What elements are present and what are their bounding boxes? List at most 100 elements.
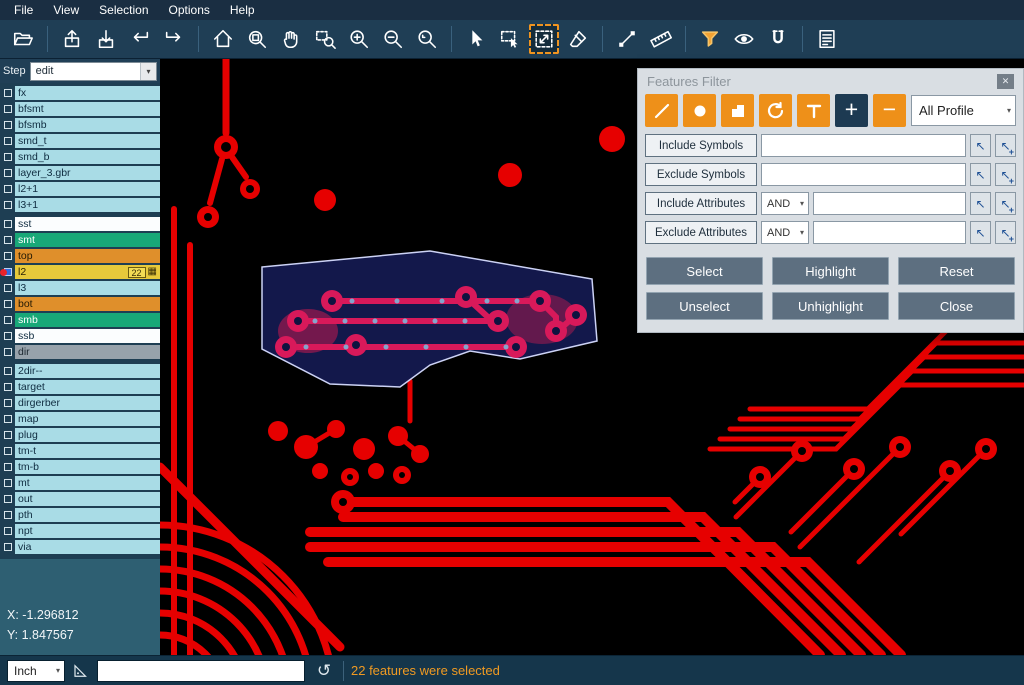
layer-row-smd_b[interactable]: smd_b: [0, 150, 160, 164]
menu-item-selection[interactable]: Selection: [89, 1, 158, 19]
profile-dropdown[interactable]: All Profile ▾: [911, 95, 1016, 126]
menu-item-help[interactable]: Help: [220, 1, 265, 19]
layer-label-l2+1[interactable]: l2+1: [15, 182, 160, 196]
layer-row-pth[interactable]: pth: [0, 508, 160, 522]
layer-checkbox-box[interactable]: [4, 527, 12, 535]
view-eye-button[interactable]: [729, 24, 759, 54]
layer-checkbox-box[interactable]: [4, 316, 12, 324]
layer-checkbox[interactable]: [0, 297, 15, 311]
layer-row-l2+1[interactable]: l2+1: [0, 182, 160, 196]
pick-symbol-button[interactable]: ↖: [970, 134, 991, 157]
layer-checkbox[interactable]: [0, 118, 15, 132]
include-attributes-and-dropdown[interactable]: AND ▾: [761, 192, 809, 215]
pan-hand-button[interactable]: [276, 24, 306, 54]
return-right-button[interactable]: [159, 24, 189, 54]
layer-checkbox[interactable]: [0, 166, 15, 180]
layer-row-smt[interactable]: smt: [0, 233, 160, 247]
zoom-out-button[interactable]: [378, 24, 408, 54]
layer-checkbox-box[interactable]: [4, 185, 12, 193]
layer-checkbox-box[interactable]: [4, 89, 12, 97]
layer-label-target[interactable]: target: [15, 380, 160, 394]
layer-label-smd_t[interactable]: smd_t: [15, 134, 160, 148]
pick-symbol-button[interactable]: ↖: [970, 163, 991, 186]
layer-checkbox-box[interactable]: [4, 495, 12, 503]
refresh-icon[interactable]: ↺: [312, 661, 336, 681]
export-up-button[interactable]: [57, 24, 87, 54]
include-attributes-button[interactable]: Include Attributes: [645, 192, 757, 215]
layer-label-sst[interactable]: sst: [15, 217, 160, 231]
open-folder-button[interactable]: [8, 24, 38, 54]
pick-attribute-add-button[interactable]: ↖+: [995, 192, 1016, 215]
layer-checkbox[interactable]: [0, 182, 15, 196]
layer-checkbox[interactable]: [0, 444, 15, 458]
menu-item-view[interactable]: View: [43, 1, 89, 19]
layer-checkbox[interactable]: [0, 476, 15, 490]
layer-row-l3+1[interactable]: l3+1: [0, 198, 160, 212]
layer-checkbox-box[interactable]: [4, 284, 12, 292]
layer-row-dirgerber[interactable]: dirgerber: [0, 396, 160, 410]
layer-checkbox[interactable]: [0, 460, 15, 474]
layer-label-fx[interactable]: fx: [15, 86, 160, 100]
layer-checkbox-box[interactable]: [4, 252, 12, 260]
zoom-fit-button[interactable]: [242, 24, 272, 54]
layer-label-dirgerber[interactable]: dirgerber: [15, 396, 160, 410]
layer-label-smt[interactable]: smt: [15, 233, 160, 247]
layer-label-plug[interactable]: plug: [15, 428, 160, 442]
exclude-symbols-field[interactable]: [761, 163, 966, 186]
select-rect-button[interactable]: [495, 24, 525, 54]
layer-label-smd_b[interactable]: smd_b: [15, 150, 160, 164]
layer-checkbox[interactable]: [0, 364, 15, 378]
report-list-button[interactable]: [812, 24, 842, 54]
layer-label-npt[interactable]: npt: [15, 524, 160, 538]
select-features-button[interactable]: [529, 24, 559, 54]
layer-label-bfsmb[interactable]: bfsmb: [15, 118, 160, 132]
layer-checkbox[interactable]: [0, 217, 15, 231]
remove-filter-button[interactable]: −: [873, 94, 906, 127]
layer-checkbox[interactable]: [0, 249, 15, 263]
zoom-reset-button[interactable]: [412, 24, 442, 54]
layer-row-smb[interactable]: smb: [0, 313, 160, 327]
layer-checkbox-box[interactable]: [4, 348, 12, 356]
surface-feature-button[interactable]: [721, 94, 754, 127]
layer-checkbox-box[interactable]: [4, 431, 12, 439]
layer-label-via[interactable]: via: [15, 540, 160, 554]
layer-label-pth[interactable]: pth: [15, 508, 160, 522]
layer-label-dir[interactable]: dir: [15, 345, 160, 359]
include-symbols-field[interactable]: [761, 134, 966, 157]
layer-checkbox[interactable]: [0, 329, 15, 343]
pad-feature-button[interactable]: [683, 94, 716, 127]
layer-checkbox-box[interactable]: [4, 169, 12, 177]
layer-row-out[interactable]: out: [0, 492, 160, 506]
layer-checkbox[interactable]: [0, 396, 15, 410]
layer-row-plug[interactable]: plug: [0, 428, 160, 442]
layer-checkbox[interactable]: [0, 412, 15, 426]
layer-checkbox[interactable]: [0, 150, 15, 164]
layer-row-map[interactable]: map: [0, 412, 160, 426]
layer-checkbox[interactable]: [0, 198, 15, 212]
layer-label-2dir--[interactable]: 2dir--: [15, 364, 160, 378]
pick-attribute-button[interactable]: ↖: [970, 192, 991, 215]
layer-checkbox[interactable]: [0, 492, 15, 506]
layer-checkbox-box[interactable]: [4, 447, 12, 455]
snap-magnet-button[interactable]: [763, 24, 793, 54]
zoom-window-button[interactable]: [310, 24, 340, 54]
layer-checkbox-box[interactable]: [4, 463, 12, 471]
layer-checkbox[interactable]: [0, 428, 15, 442]
step-dropdown[interactable]: edit ▾: [30, 62, 157, 81]
layer-label-ssb[interactable]: ssb: [15, 329, 160, 343]
layer-row-mt[interactable]: mt: [0, 476, 160, 490]
layer-checkbox-box[interactable]: [4, 105, 12, 113]
select-button[interactable]: Select: [646, 257, 763, 285]
layer-row-tm-t[interactable]: tm-t: [0, 444, 160, 458]
layer-checkbox-box[interactable]: [4, 137, 12, 145]
layer-label-out[interactable]: out: [15, 492, 160, 506]
add-filter-button[interactable]: +: [835, 94, 868, 127]
include-attributes-field[interactable]: [813, 192, 966, 215]
layer-checkbox[interactable]: [0, 233, 15, 247]
unselect-button[interactable]: Unselect: [646, 292, 763, 320]
home-button[interactable]: [208, 24, 238, 54]
pick-symbol-add-button[interactable]: ↖+: [995, 163, 1016, 186]
highlight-button[interactable]: Highlight: [772, 257, 889, 285]
exclude-attributes-and-dropdown[interactable]: AND ▾: [761, 221, 809, 244]
layer-checkbox[interactable]: [0, 380, 15, 394]
